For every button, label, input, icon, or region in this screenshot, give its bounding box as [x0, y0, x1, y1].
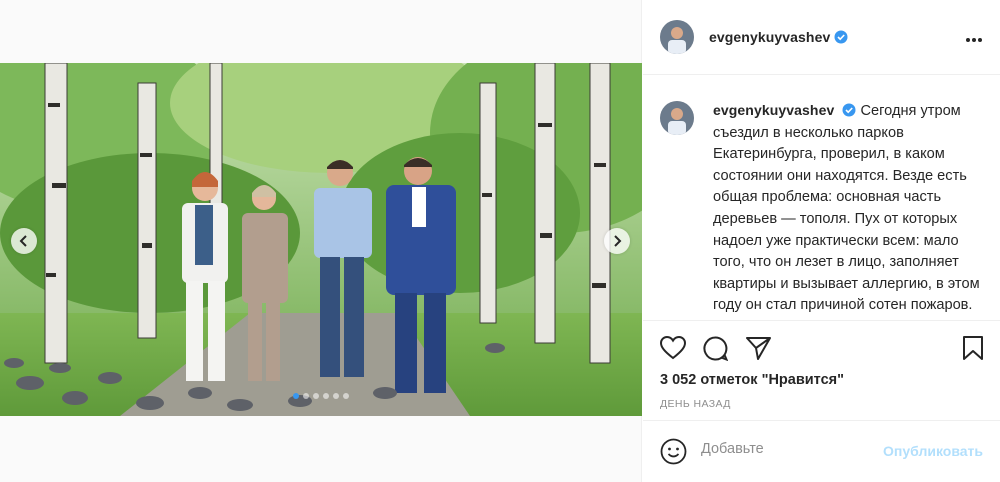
carousel-dot: [293, 393, 299, 399]
caption-text-block: evgenykuyvashev Сегодня утром съездил в …: [713, 100, 990, 318]
carousel-indicator: [0, 393, 642, 399]
comment-form: Опубликовать: [643, 420, 1000, 482]
comment-icon[interactable]: [703, 336, 728, 361]
carousel-dot: [303, 393, 309, 399]
caption-author-username[interactable]: evgenykuyvashev: [713, 102, 834, 118]
carousel-dot: [323, 393, 329, 399]
more-options-button[interactable]: [965, 27, 983, 48]
post-caption: evgenykuyvashev Сегодня утром съездил в …: [660, 100, 990, 318]
post-photo[interactable]: [0, 63, 642, 416]
heart-icon[interactable]: [660, 336, 686, 360]
comment-input[interactable]: [701, 441, 871, 457]
caption-body: Сегодня утром съездил в несколько парков…: [713, 103, 980, 314]
post-timestamp[interactable]: День назад: [660, 398, 731, 410]
post-media-area: [0, 0, 642, 482]
carousel-next-button[interactable]: [604, 228, 630, 254]
carousel-dot: [343, 393, 349, 399]
post-side-panel: evgenykuyvashev evgenykuyvashev Сегодня …: [643, 0, 1000, 482]
verified-badge-icon: [842, 103, 856, 117]
chevron-left-icon: [19, 235, 27, 247]
verified-badge-icon: [834, 30, 848, 44]
share-icon[interactable]: [746, 336, 771, 360]
photo-park-scene: [0, 63, 642, 416]
avatar-image: [660, 20, 694, 54]
emoji-icon[interactable]: [660, 438, 687, 465]
carousel-dot: [313, 393, 319, 399]
carousel-prev-button[interactable]: [11, 228, 37, 254]
chevron-right-icon: [614, 235, 622, 247]
bookmark-icon[interactable]: [962, 335, 984, 361]
avatar[interactable]: [660, 101, 694, 135]
instagram-post-window: evgenykuyvashev evgenykuyvashev Сегодня …: [0, 0, 1000, 482]
likes-count[interactable]: 3 052 отметок "Нравится": [660, 372, 844, 388]
more-horizontal-icon: [966, 38, 982, 42]
avatar-image: [660, 101, 694, 135]
avatar[interactable]: [660, 20, 694, 54]
publish-button[interactable]: Опубликовать: [883, 443, 983, 459]
carousel-dot: [333, 393, 339, 399]
post-actions: 3 052 отметок "Нравится" День назад: [643, 320, 1000, 420]
post-header: evgenykuyvashev: [643, 0, 1000, 75]
post-author-username[interactable]: evgenykuyvashev: [709, 29, 830, 45]
